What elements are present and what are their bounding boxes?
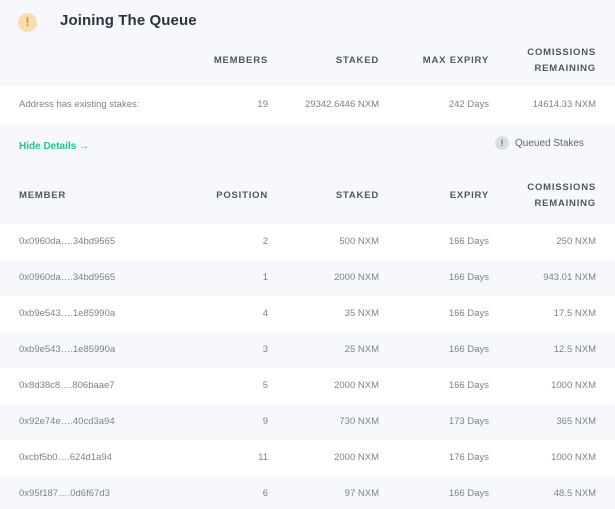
position-value: 4 <box>262 308 268 319</box>
member-address: 0x95f187….0d6f67d3 <box>19 488 110 499</box>
expiry-value: 166 Days <box>448 488 489 499</box>
column-header-staked: STAKED <box>335 55 379 66</box>
column-header-members: MEMBERS <box>213 55 268 66</box>
table-row: 0xb9e543….1e85990a 4 35 NXM 166 Days 17.… <box>0 296 615 332</box>
position-value: 6 <box>262 488 268 499</box>
member-address: 0x92e74e….40cd3a94 <box>19 416 115 427</box>
column-header-position: POSITION <box>216 190 268 201</box>
position-value: 3 <box>262 344 268 355</box>
member-address: 0x0960da….34bd9565 <box>19 272 116 283</box>
staked-value: 500 NXM <box>339 236 379 247</box>
table-row: 0x95f187….0d6f67d3 6 97 NXM 166 Days 48.… <box>0 476 615 509</box>
summary-members: 19 <box>257 99 268 110</box>
commissions-value: 1000 NXM <box>551 452 596 463</box>
expiry-value: 166 Days <box>448 344 489 355</box>
summary-header: MEMBERS STAKED MAX EXPIRY COMISSIONS REM… <box>0 44 615 86</box>
staked-value: 35 NXM <box>344 308 379 319</box>
commissions-value: 12.5 NXM <box>553 344 596 355</box>
expiry-value: 166 Days <box>448 308 489 319</box>
header: ! Joining The Queue <box>0 0 615 44</box>
commissions-value: 943.01 NXM <box>543 272 596 283</box>
staked-value: 97 NXM <box>344 488 379 499</box>
column-header-staked: STAKED <box>335 190 379 201</box>
position-value: 9 <box>262 416 268 427</box>
member-address: 0x8d38c8….806baae7 <box>19 380 115 391</box>
staked-value: 730 NXM <box>339 416 379 427</box>
summary-commissions: 14614.33 NXM <box>532 99 596 110</box>
table-row: 0x0960da….34bd9565 1 2000 NXM 166 Days 9… <box>0 260 615 296</box>
column-header-commissions-line1: COMISSIONS <box>527 47 596 58</box>
column-header-commissions: COMISSIONS REMAINING <box>505 45 596 77</box>
staked-value: 25 NXM <box>344 344 379 355</box>
table-row: 0xb9e543….1e85990a 3 25 NXM 166 Days 12.… <box>0 332 615 368</box>
expiry-value: 166 Days <box>448 380 489 391</box>
column-header-max-expiry: MAX EXPIRY <box>422 55 489 66</box>
queued-stakes-label: Queued Stakes <box>515 138 584 149</box>
commissions-value: 365 NXM <box>556 416 596 427</box>
column-header-expiry: EXPIRY <box>449 190 489 201</box>
staked-value: 2000 NXM <box>334 452 379 463</box>
commissions-value: 1000 NXM <box>551 380 596 391</box>
hide-details-link[interactable]: Hide Details → <box>19 141 89 153</box>
commissions-value: 250 NXM <box>556 236 596 247</box>
joining-queue-panel: ! Joining The Queue MEMBERS STAKED MAX E… <box>0 0 615 509</box>
staked-value: 2000 NXM <box>334 272 379 283</box>
summary-label: Address has existing stakes: <box>19 99 140 110</box>
commissions-value: 17.5 NXM <box>553 308 596 319</box>
position-value: 5 <box>262 380 268 391</box>
member-address: 0xb9e543….1e85990a <box>19 344 116 355</box>
exclamation-icon: ! <box>495 136 509 150</box>
page-title: Joining The Queue <box>60 12 197 29</box>
column-header-member: MEMBER <box>19 190 67 201</box>
member-address: 0x0960da….34bd9565 <box>19 236 116 247</box>
column-header-commissions-line1: COMISSIONS <box>527 182 596 193</box>
summary-max-expiry: 242 Days <box>448 99 489 110</box>
column-header-commissions-line2: REMAINING <box>534 63 596 74</box>
position-value: 1 <box>262 272 268 283</box>
member-address: 0xcbf5b0….624d1a94 <box>19 452 112 463</box>
member-address: 0xb9e543….1e85990a <box>19 308 116 319</box>
queue-table-header: MEMBER POSITION STAKED EXPIRY COMISSIONS… <box>0 170 615 224</box>
position-value: 2 <box>262 236 268 247</box>
staked-value: 2000 NXM <box>334 380 379 391</box>
table-row: 0x92e74e….40cd3a94 9 730 NXM 173 Days 36… <box>0 404 615 440</box>
table-row: 0x8d38c8….806baae7 5 2000 NXM 166 Days 1… <box>0 368 615 404</box>
commissions-value: 48.5 NXM <box>553 488 596 499</box>
expiry-value: 166 Days <box>448 272 489 283</box>
summary-row: Address has existing stakes: 19 29342.64… <box>0 86 615 124</box>
table-row: 0x0960da….34bd9565 2 500 NXM 166 Days 25… <box>0 224 615 260</box>
table-row: 0xcbf5b0….624d1a94 11 2000 NXM 176 Days … <box>0 440 615 476</box>
expiry-value: 176 Days <box>448 452 489 463</box>
summary-staked: 29342.6446 NXM <box>305 99 379 110</box>
details-toggle-row: Hide Details → ! Queued Stakes <box>0 124 615 170</box>
column-header-commissions: COMISSIONS REMAINING <box>505 180 596 212</box>
expiry-value: 173 Days <box>448 416 489 427</box>
expiry-value: 166 Days <box>448 236 489 247</box>
column-header-commissions-line2: REMAINING <box>534 198 596 209</box>
position-value: 11 <box>258 452 268 463</box>
exclamation-icon: ! <box>18 13 37 32</box>
